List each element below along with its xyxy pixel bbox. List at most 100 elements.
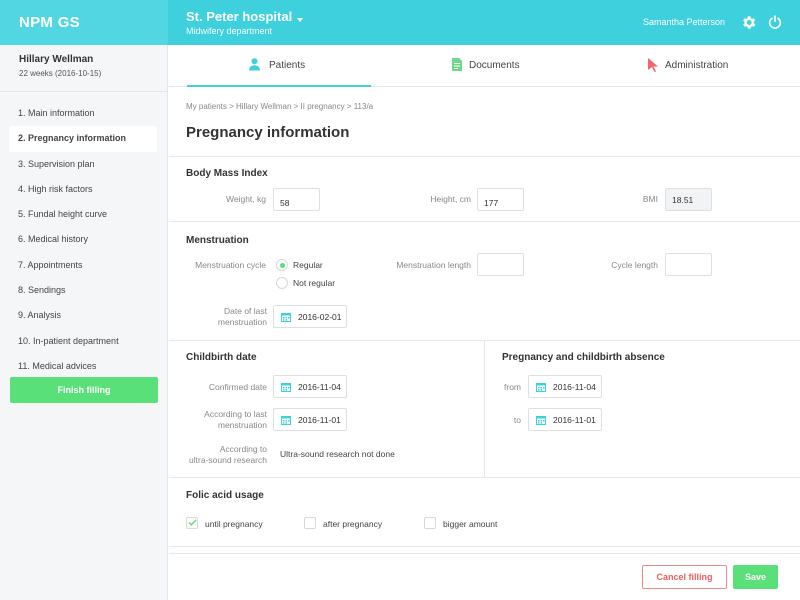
- department-name: Midwifery department: [186, 26, 273, 36]
- document-icon: [452, 58, 462, 71]
- weight-input[interactable]: [273, 188, 320, 211]
- sidebar-item-medical-history[interactable]: 6. Medical history: [0, 227, 167, 252]
- height-label: Height, cm: [430, 194, 471, 204]
- sidebar-item-analysis[interactable]: 9. Analysis: [0, 303, 167, 328]
- cancel-filling-button[interactable]: Cancel filling: [642, 565, 727, 589]
- until-pregnancy-checkbox[interactable]: [186, 517, 198, 529]
- according-last-label-line1: According to last: [204, 409, 267, 419]
- footer-divider: [169, 553, 800, 554]
- tab-patients-label: Patients: [269, 60, 306, 71]
- regular-radio[interactable]: [276, 259, 288, 271]
- divider: [169, 477, 800, 478]
- patient-weeks: 22 weeks (2016-10-15): [19, 69, 102, 78]
- calendar-icon: [281, 416, 291, 425]
- bmi-section-title: Body Mass Index: [186, 168, 268, 179]
- hospital-name: St. Peter hospital: [186, 9, 293, 24]
- confirmed-date-label: Confirmed date: [208, 382, 267, 392]
- bigger-amount-label[interactable]: bigger amount: [443, 519, 497, 529]
- bmi-label: BMI: [642, 194, 658, 204]
- calendar-icon: [281, 383, 291, 392]
- last-menstruation-label-line1: Date of last: [224, 306, 267, 316]
- cycle-length-label: Cycle length: [611, 260, 658, 270]
- cursor-icon: [648, 58, 658, 72]
- childbirth-section-title: Childbirth date: [186, 352, 257, 363]
- confirmed-date: 2016-11-04: [298, 382, 341, 392]
- tab-administration[interactable]: Administration: [639, 45, 759, 87]
- bigger-amount-checkbox[interactable]: [424, 517, 436, 529]
- power-icon[interactable]: [767, 14, 783, 30]
- finish-filling-button[interactable]: Finish filling: [10, 377, 158, 403]
- sidebar-item-main-information[interactable]: 1. Main information: [0, 101, 167, 126]
- sidebar-item-in-patient-department[interactable]: 10. In-patient department: [0, 329, 167, 354]
- regular-option-label[interactable]: Regular: [293, 260, 323, 270]
- calendar-icon: [281, 313, 291, 322]
- hospital-selector[interactable]: St. Peter hospital Midwifery department: [186, 9, 292, 36]
- patient-summary: Hillary Wellman 22 weeks (2016-10-15): [0, 45, 167, 92]
- last-menstruation-date-field[interactable]: 2016-02-01: [273, 305, 347, 328]
- according-ultrasound-label: According to ultra-sound research: [176, 444, 267, 466]
- menstruation-cycle-label: Menstruation cycle: [195, 260, 266, 270]
- last-menstruation-date: 2016-02-01: [298, 312, 342, 322]
- menstruation-length-label: Menstruation length: [396, 260, 471, 270]
- main-tabs: Patients Documents Administration: [169, 45, 800, 87]
- height-input[interactable]: [477, 188, 524, 211]
- weight-label: Weight, kg: [225, 194, 266, 204]
- tab-patients[interactable]: Patients: [187, 45, 371, 87]
- according-last-label-line2: menstruation: [217, 420, 267, 430]
- gear-icon[interactable]: [740, 14, 757, 31]
- until-pregnancy-label[interactable]: until pregnancy: [205, 519, 263, 529]
- according-ultrasound-label-line2: ultra-sound research: [189, 455, 267, 465]
- check-icon: [188, 519, 197, 526]
- folic-section-title: Folic acid usage: [186, 490, 264, 501]
- sidebar-item-fundal-height-curve[interactable]: 5. Fundal height curve: [0, 202, 167, 227]
- absence-from-date-field[interactable]: 2016-11-04: [528, 375, 602, 398]
- absence-to-date: 2016-11-01: [553, 415, 596, 425]
- app-brand[interactable]: NPM GS: [0, 0, 168, 45]
- absence-from-label: from: [504, 382, 521, 392]
- absence-section-title: Pregnancy and childbirth absence: [502, 352, 665, 363]
- last-menstruation-label: Date of last menstruation: [190, 306, 267, 328]
- person-icon: [249, 58, 260, 71]
- cycle-length-input[interactable]: [665, 253, 712, 276]
- page-title: Pregnancy information: [186, 124, 350, 141]
- menstruation-length-input[interactable]: [477, 253, 524, 276]
- tab-documents-label: Documents: [469, 60, 520, 71]
- save-button[interactable]: Save: [733, 565, 778, 589]
- not-regular-radio[interactable]: [276, 277, 288, 289]
- according-last-menstruation-date: 2016-11-01: [298, 415, 341, 425]
- sidebar-item-appointments[interactable]: 7. Appointments: [0, 253, 167, 278]
- breadcrumb[interactable]: My patients > Hillary Wellman > II pregn…: [186, 102, 373, 111]
- sidebar-item-high-risk-factors[interactable]: 4. High risk factors: [0, 177, 167, 202]
- not-regular-option-label[interactable]: Not regular: [293, 278, 335, 288]
- after-pregnancy-label[interactable]: after pregnancy: [323, 519, 382, 529]
- tab-documents[interactable]: Documents: [439, 45, 559, 87]
- column-divider: [484, 341, 485, 477]
- according-last-menstruation-label: According to last menstruation: [180, 409, 267, 431]
- tab-administration-label: Administration: [665, 60, 729, 71]
- chevron-down-icon[interactable]: [297, 18, 303, 22]
- bmi-value: 18.51: [665, 188, 712, 211]
- confirmed-date-field[interactable]: 2016-11-04: [273, 375, 347, 398]
- sidebar-item-pregnancy-information[interactable]: 2. Pregnancy information: [9, 126, 157, 152]
- absence-to-label: to: [513, 415, 521, 425]
- ultrasound-result-text: Ultra-sound research not done: [280, 449, 395, 459]
- sidebar-item-sendings[interactable]: 8. Sendings: [0, 278, 167, 303]
- absence-from-date: 2016-11-04: [553, 382, 596, 392]
- sidebar-item-medical-advices[interactable]: 11. Medical advices: [0, 354, 167, 379]
- top-bar: NPM GS St. Peter hospital Midwifery depa…: [0, 0, 800, 45]
- last-menstruation-label-line2: menstruation: [217, 317, 267, 327]
- divider: [169, 221, 800, 222]
- user-name[interactable]: Samantha Petterson: [643, 17, 725, 27]
- menstruation-section-title: Menstruation: [186, 235, 249, 246]
- according-last-menstruation-date-field[interactable]: 2016-11-01: [273, 408, 347, 431]
- patient-name: Hillary Wellman: [19, 54, 94, 65]
- sidebar: Hillary Wellman 22 weeks (2016-10-15) 1.…: [0, 45, 168, 600]
- sidebar-nav: 1. Main information 2. Pregnancy informa…: [0, 101, 167, 379]
- sidebar-item-supervision-plan[interactable]: 3. Supervision plan: [0, 152, 167, 177]
- calendar-icon: [536, 383, 546, 392]
- after-pregnancy-checkbox[interactable]: [304, 517, 316, 529]
- divider: [169, 156, 800, 157]
- absence-to-date-field[interactable]: 2016-11-01: [528, 408, 602, 431]
- divider: [169, 546, 800, 547]
- calendar-icon: [536, 416, 546, 425]
